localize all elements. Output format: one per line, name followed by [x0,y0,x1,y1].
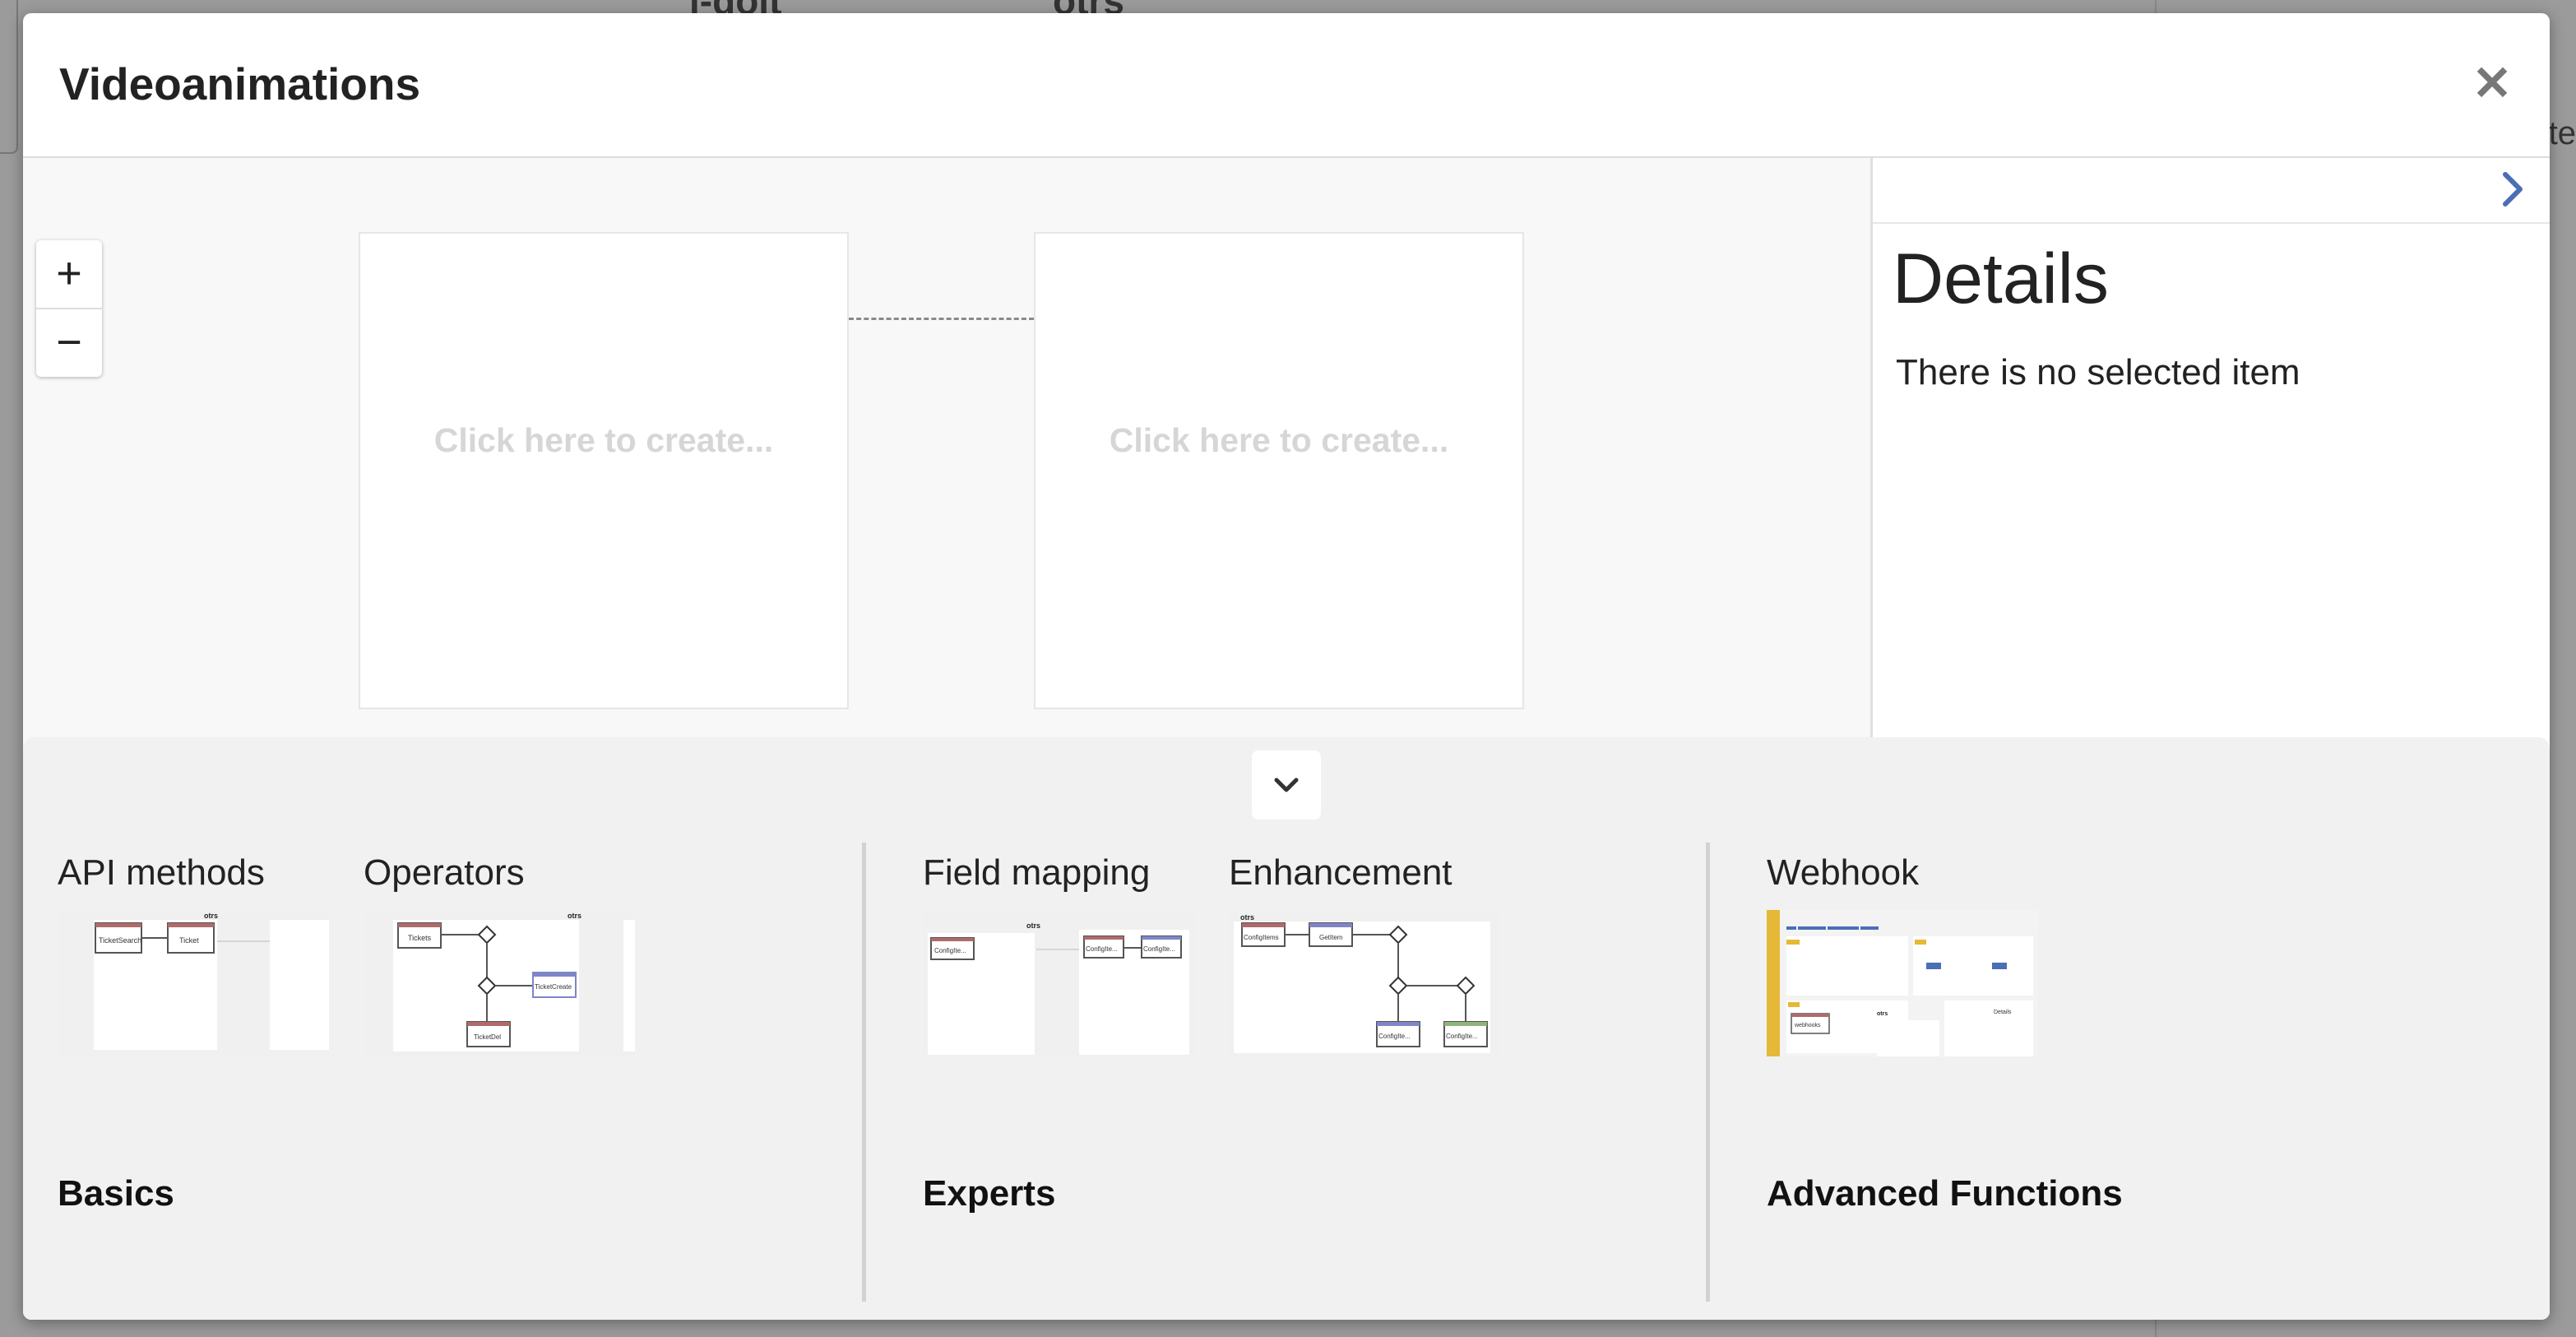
thumbnail-diagram: ConfigIte... ConfigIte... ConfigIte... o… [923,910,1194,1056]
tutorial-panel: API methods TicketSearch Ticket otrs Ope… [23,737,2550,1320]
svg-text:Tickets: Tickets [408,934,432,942]
details-panel: Details There is no selected item [1870,158,2550,749]
group-title-advanced: Advanced Functions [1767,1173,2123,1214]
video-thumbnail[interactable]: ConfigItems GetItem ConfigIte... ConfigI… [1229,910,1500,1056]
svg-text:TicketSearch: TicketSearch [99,936,141,945]
videoanimations-modal: Videoanimations ✕ + − Click here to crea… [23,13,2550,1320]
tutorial-group-basics: API methods TicketSearch Ticket otrs Ope… [58,844,839,1297]
node-connector [849,318,1034,320]
svg-text:ConfigIte...: ConfigIte... [934,947,966,954]
svg-text:otrs: otrs [204,912,218,920]
tutorial-group-advanced: Webhook webhooks Details otrs Advanced F… [1745,844,2527,1297]
node-placeholder: Click here to create... [1109,421,1449,459]
svg-text:otrs: otrs [1026,922,1040,930]
collapse-panel-button[interactable] [1252,750,1321,819]
details-title: Details [1893,239,2109,318]
svg-text:ConfigIte...: ConfigIte... [1143,945,1175,953]
zoom-in-button[interactable]: + [36,240,102,309]
video-api-methods[interactable]: API methods TicketSearch Ticket otrs [58,844,332,1056]
video-field-mapping[interactable]: Field mapping ConfigIte... ConfigIte... [923,844,1198,1056]
group-title-basics: Basics [58,1173,174,1214]
video-thumbnail[interactable]: Tickets TicketCreate TicketDel otrs [364,910,635,1056]
group-divider [1706,843,1710,1302]
video-label: API methods [58,852,265,893]
details-empty-message: There is no selected item [1896,352,2300,392]
video-label: Enhancement [1229,852,1452,893]
svg-text:ConfigIte...: ConfigIte... [1378,1033,1411,1040]
svg-text:otrs: otrs [1877,1011,1888,1017]
thumbnail-diagram: Tickets TicketCreate TicketDel otrs [364,910,635,1056]
details-toolbar [1873,158,2550,224]
svg-text:ConfigItems: ConfigItems [1244,934,1279,941]
svg-text:TicketCreate: TicketCreate [535,983,572,991]
svg-text:ConfigIte...: ConfigIte... [1446,1033,1478,1040]
thumbnail-diagram: ConfigItems GetItem ConfigIte... ConfigI… [1229,910,1500,1056]
details-toggle-button[interactable] [2492,166,2533,212]
svg-text:Ticket: Ticket [179,936,199,945]
svg-text:Details: Details [1994,1010,2012,1015]
system-node-right[interactable]: Click here to create... [1034,232,1524,709]
modal-header: Videoanimations ✕ [23,13,2550,158]
video-label: Field mapping [923,852,1151,893]
group-divider [862,843,866,1302]
chevron-down-icon [1274,778,1299,792]
video-thumbnail[interactable]: webhooks Details otrs [1767,910,2038,1056]
thumbnail-diagram: TicketSearch Ticket otrs [58,910,329,1056]
zoom-control: + − [36,240,102,377]
video-thumbnail[interactable]: TicketSearch Ticket otrs [58,910,329,1056]
svg-text:otrs: otrs [568,912,581,920]
modal-title: Videoanimations [59,58,421,109]
node-placeholder: Click here to create... [433,421,774,459]
video-webhook[interactable]: Webhook webhooks Details otrs [1767,844,2041,1056]
system-node-left[interactable]: Click here to create... [359,232,849,709]
video-operators[interactable]: Operators Tickets TicketCreate TicketDel… [364,844,638,1056]
video-label: Operators [364,852,525,893]
svg-text:otrs: otrs [1240,913,1254,922]
close-button[interactable]: ✕ [2467,59,2517,109]
chevron-right-icon [2503,172,2523,207]
svg-text:ConfigIte...: ConfigIte... [1086,945,1118,953]
video-enhancement[interactable]: Enhancement ConfigItems GetItem ConfigIt… [1229,844,1503,1056]
zoom-out-button[interactable]: − [36,309,102,377]
svg-text:webhooks: webhooks [1794,1023,1821,1028]
video-thumbnail[interactable]: ConfigIte... ConfigIte... ConfigIte... o… [923,910,1194,1056]
tutorial-group-experts: Field mapping ConfigIte... ConfigIte... [901,844,1683,1297]
video-label: Webhook [1767,852,1920,893]
close-icon: ✕ [2472,57,2513,110]
workflow-canvas[interactable]: + − Click here to create... Click here t… [23,158,1870,749]
group-title-experts: Experts [923,1173,1056,1214]
background-card [0,0,18,154]
svg-text:GetItem: GetItem [1319,934,1343,941]
thumbnail-screenshot: webhooks Details otrs [1767,910,2038,1056]
svg-text:TicketDel: TicketDel [474,1033,501,1041]
